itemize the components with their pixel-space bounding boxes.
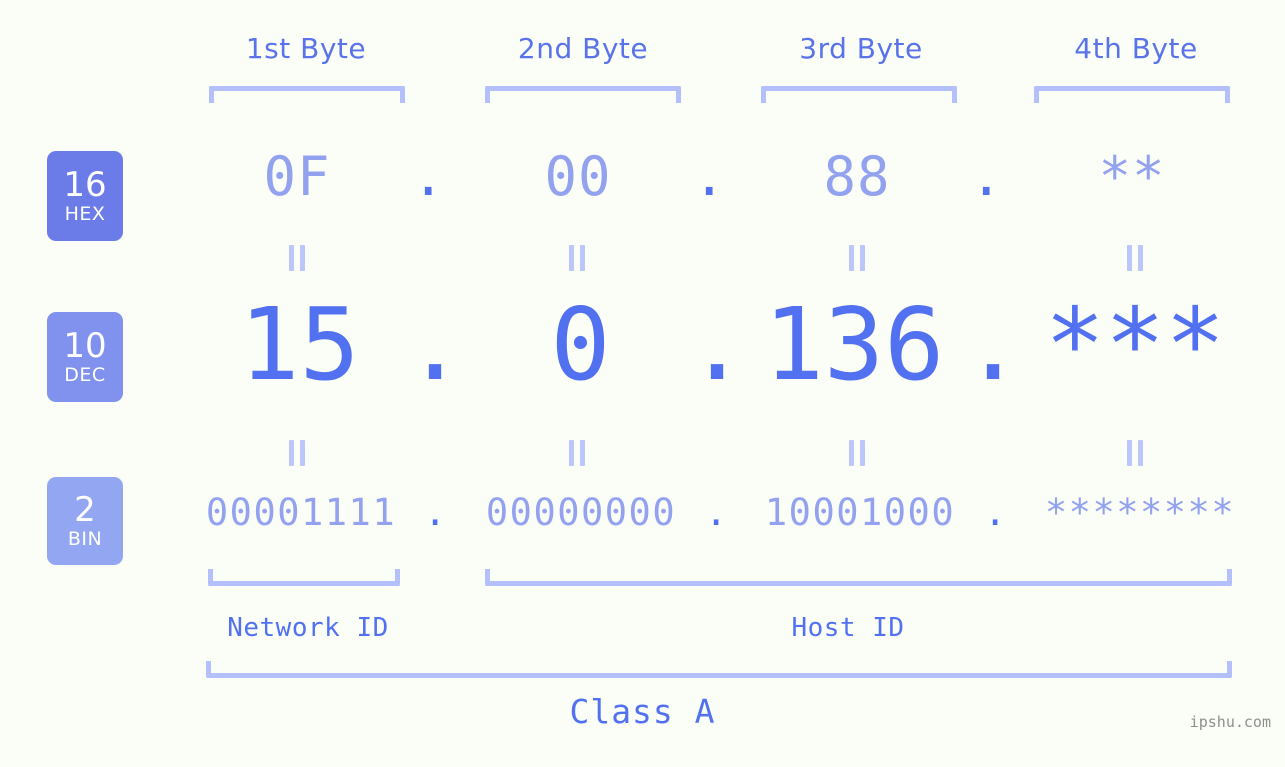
hex-byte-value-1: 0F [263, 145, 331, 208]
equals-icon-hex-dec-4 [1124, 245, 1146, 271]
network-id-label: Network ID [227, 613, 389, 643]
dec-byte-value-2: 0 [550, 286, 611, 403]
equals-icon-dec-bin-4 [1124, 440, 1146, 466]
equals-icon-hex-dec-2 [566, 245, 588, 271]
network-id-bracket [208, 569, 400, 586]
hex-byte-value-4: ** [1098, 145, 1166, 208]
dec-byte-value-4: *** [1044, 286, 1226, 403]
byte-header-label-2: 2nd Byte [517, 32, 649, 65]
bin-byte-value-3: 10001000 [764, 491, 956, 534]
host-id-label: Host ID [791, 613, 905, 643]
class-label: Class A [569, 692, 716, 731]
byte-header-label-4: 4th Byte [1074, 32, 1198, 65]
host-id-bracket [485, 569, 1232, 586]
byte-bracket-top-2 [485, 86, 681, 103]
dec-byte-value-1: 15 [239, 286, 360, 403]
equals-icon-hex-dec-1 [286, 245, 308, 271]
bin-separator-2: . [705, 491, 728, 534]
equals-icon-dec-bin-2 [566, 440, 588, 466]
base-badge-bin-name: BIN [67, 528, 103, 550]
class-bracket [206, 661, 1232, 678]
base-badge-bin: 2 BIN [47, 477, 123, 565]
byte-bracket-top-1 [209, 86, 405, 103]
bin-separator-3: . [984, 491, 1007, 534]
base-badge-hex-name: HEX [64, 203, 106, 225]
base-badge-dec: 10 DEC [47, 312, 123, 402]
hex-byte-value-3: 88 [823, 145, 891, 208]
base-badge-dec-name: DEC [64, 364, 106, 386]
base-badge-dec-number: 10 [63, 326, 107, 366]
hex-separator-1: . [412, 145, 445, 208]
dec-separator-2: . [687, 286, 748, 403]
hex-separator-3: . [970, 145, 1003, 208]
equals-icon-hex-dec-3 [846, 245, 868, 271]
hex-byte-value-2: 00 [544, 145, 612, 208]
base-badge-hex-number: 16 [63, 165, 107, 205]
ip-address-breakdown-diagram: 1st Byte 2nd Byte 3rd Byte 4th Byte 16 H… [0, 0, 1285, 767]
base-badge-bin-number: 2 [74, 490, 96, 530]
bin-byte-value-4: ******** [1044, 491, 1236, 534]
bin-byte-value-1: 00001111 [205, 491, 397, 534]
hex-separator-2: . [693, 145, 726, 208]
byte-bracket-top-3 [761, 86, 957, 103]
dec-byte-value-3: 136 [763, 286, 945, 403]
base-badge-hex: 16 HEX [47, 151, 123, 241]
site-watermark: ipshu.com [1189, 713, 1271, 731]
dec-separator-1: . [405, 286, 466, 403]
bin-byte-value-2: 00000000 [485, 491, 677, 534]
equals-icon-dec-bin-1 [286, 440, 308, 466]
bin-separator-1: . [424, 491, 447, 534]
dec-separator-3: . [963, 286, 1024, 403]
byte-bracket-top-4 [1034, 86, 1230, 103]
equals-icon-dec-bin-3 [846, 440, 868, 466]
byte-header-label-3: 3rd Byte [799, 32, 923, 65]
byte-header-label-1: 1st Byte [245, 32, 367, 65]
